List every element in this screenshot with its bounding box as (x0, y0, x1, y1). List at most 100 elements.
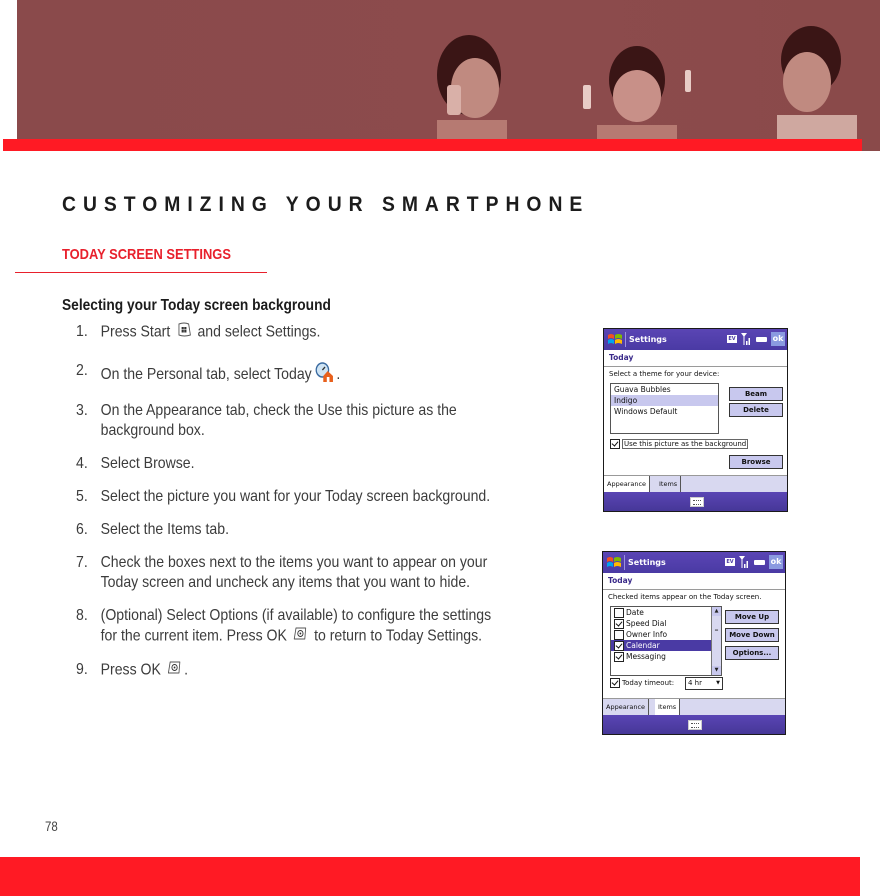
item-checkbox[interactable] (614, 652, 624, 662)
ev-status-badge: EV (725, 558, 735, 566)
keyboard-icon[interactable] (689, 497, 704, 507)
use-picture-checkbox-row[interactable]: Use this picture as the background (610, 439, 749, 449)
step-2: 2. On the Personal tab, select Today . (76, 361, 593, 389)
today-item[interactable]: Messaging (611, 651, 721, 662)
subsection-title: Selecting your Today screen background (62, 297, 331, 314)
item-label: Calendar (626, 641, 660, 650)
chapter-title: CUSTOMIZING YOUR SMARTPHONE (62, 193, 590, 216)
item-checkbox[interactable] (614, 641, 624, 651)
ok-button[interactable]: ok (771, 332, 785, 346)
move-up-button[interactable]: Move Up (725, 610, 779, 624)
today-timeout-value: 4 hr (688, 679, 702, 687)
tab-strip: Appearance Items (603, 698, 785, 716)
header-banner-photo (17, 0, 880, 151)
scroll-up-arrow[interactable]: ▲ (712, 607, 721, 616)
step-text: Check the boxes next to the items you wa… (100, 554, 488, 571)
step-number: 9. (76, 661, 88, 678)
use-picture-label: Use this picture as the background (622, 439, 749, 449)
title-bar: Settings EV ok (604, 329, 787, 350)
step-6: 6. Select the Items tab. (76, 520, 593, 540)
step-number: 1. (76, 323, 88, 340)
theme-item[interactable]: Windows Default (611, 406, 718, 417)
options-button[interactable]: Options... (725, 646, 779, 660)
item-checkbox[interactable] (614, 630, 624, 640)
today-timeout-row: Today timeout: (610, 678, 674, 688)
today-timeout-dropdown[interactable]: 4 hr ▼ (685, 677, 723, 690)
ok-button[interactable]: ok (769, 555, 783, 569)
step-number: 2. (76, 362, 88, 379)
screenshot-items-tab: Settings EV ok Today Checked items appea… (602, 551, 786, 735)
today-item[interactable]: Speed Dial (611, 618, 721, 629)
today-settings-icon (314, 361, 333, 389)
today-items-list[interactable]: Date Speed Dial Owner Info Calendar Mess… (610, 606, 722, 676)
command-bar (604, 492, 787, 511)
tab-items[interactable]: Items (656, 476, 682, 492)
page-number: 78 (45, 818, 58, 834)
theme-list[interactable]: Guava Bubbles Indigo Windows Default (610, 383, 719, 434)
theme-item-selected[interactable]: Indigo (611, 395, 718, 406)
tab-strip: Appearance Items (604, 475, 787, 493)
item-label: Date (626, 608, 644, 617)
step-number: 8. (76, 607, 88, 624)
list-scrollbar[interactable]: ▲ ═ ▼ (711, 607, 721, 675)
title-bar: Settings EV ok (603, 552, 785, 573)
step-text: Press Start (100, 323, 171, 341)
window-title: Settings (629, 335, 667, 344)
today-item[interactable]: Date (611, 607, 721, 618)
browse-button[interactable]: Browse (729, 455, 783, 469)
people-with-phones-illustration (437, 26, 857, 151)
section-title: TODAY SCREEN SETTINGS (62, 246, 231, 263)
step-number: 6. (76, 521, 88, 538)
step-text: (Optional) Select Options (if available)… (100, 607, 492, 624)
ok-key-icon (167, 660, 181, 681)
page-subtitle: Today (604, 350, 787, 367)
step-3: 3. On the Appearance tab, check the Use … (76, 401, 593, 441)
today-item-selected[interactable]: Calendar (611, 640, 721, 651)
theme-item[interactable]: Guava Bubbles (611, 384, 718, 395)
tab-items[interactable]: Items (655, 699, 681, 715)
tab-appearance[interactable]: Appearance (603, 699, 650, 715)
signal-strength-icon (741, 333, 751, 347)
step-text: On the Personal tab, select Today (100, 366, 312, 384)
move-down-button[interactable]: Move Down (725, 628, 779, 642)
tab-appearance[interactable]: Appearance (604, 476, 651, 492)
step-4: 4. Select Browse. (76, 454, 593, 474)
step-number: 4. (76, 455, 88, 472)
today-item[interactable]: Owner Info (611, 629, 721, 640)
page-subtitle: Today (603, 573, 785, 590)
step-text: Select the picture you want for your Tod… (100, 488, 491, 505)
person-middle (583, 46, 691, 151)
step-8: 8. (Optional) Select Options (if availab… (76, 606, 593, 647)
use-picture-checkbox[interactable] (610, 439, 620, 449)
title-separator (624, 555, 625, 570)
screenshot-appearance-tab: Settings EV ok Today Select a theme for … (603, 328, 788, 512)
step-text: Press OK (100, 661, 161, 679)
items-prompt: Checked items appear on the Today screen… (608, 593, 762, 601)
item-checkbox[interactable] (614, 608, 624, 618)
item-checkbox[interactable] (614, 619, 624, 629)
beam-button[interactable]: Beam (729, 387, 783, 401)
start-key-icon (177, 322, 191, 343)
item-label: Speed Dial (626, 619, 667, 628)
scroll-down-arrow[interactable]: ▼ (712, 666, 721, 675)
step-text: and select Settings. (197, 323, 321, 341)
header-red-rule (3, 139, 862, 151)
delete-button[interactable]: Delete (729, 403, 783, 417)
step-text-cont: to return to Today Settings. (314, 627, 483, 645)
step-text: Select Browse. (100, 455, 195, 472)
title-separator (625, 332, 626, 347)
chevron-down-icon: ▼ (716, 680, 720, 686)
step-number: 3. (76, 402, 88, 419)
today-timeout-checkbox[interactable] (610, 678, 620, 688)
item-label: Messaging (626, 652, 666, 661)
windows-start-icon[interactable] (607, 332, 623, 349)
windows-start-icon[interactable] (606, 555, 622, 572)
person-right (777, 26, 857, 151)
step-number: 5. (76, 488, 88, 505)
step-text: . (336, 366, 341, 384)
step-text-cont: for the current item. Press OK (100, 627, 287, 645)
step-5: 5. Select the picture you want for your … (76, 487, 593, 507)
window-title: Settings (628, 558, 666, 567)
keyboard-icon[interactable] (688, 720, 702, 730)
scroll-thumb[interactable]: ═ (712, 627, 721, 636)
